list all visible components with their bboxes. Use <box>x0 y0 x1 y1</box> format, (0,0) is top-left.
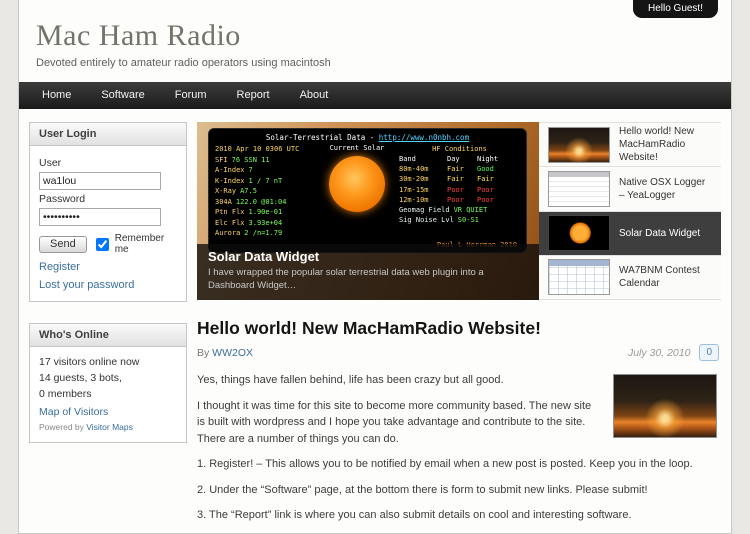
byline: By WW2OX <box>197 347 253 359</box>
solar-timestamp: 2010 Apr 10 0306 UTC <box>215 144 315 155</box>
byline-prefix: By <box>197 347 212 359</box>
powered-by-text: Powered by Visitor Maps <box>39 422 177 432</box>
guest-greeting-button[interactable]: Hello Guest! <box>633 0 718 18</box>
post-paragraph: 3. The “Report” link is where you can al… <box>197 507 719 524</box>
thumbnail-label: Hello world! New MacHamRadio Website! <box>619 125 712 164</box>
sunset-thumbnail-image <box>548 127 610 163</box>
password-input[interactable] <box>39 208 161 226</box>
post-date: July 30, 2010 <box>628 347 690 359</box>
slide-caption-title[interactable]: Solar Data Widget <box>208 249 528 264</box>
remember-me-checkbox[interactable] <box>96 238 109 251</box>
sun-image <box>329 156 385 212</box>
hf-row: 17m-15m Poor Poor <box>399 185 520 195</box>
slide-caption-text: I have wrapped the popular solar terrest… <box>208 267 513 293</box>
solar-widget-title-prefix: Solar-Terrestrial Data - <box>266 133 379 142</box>
author-link[interactable]: WW2OX <box>212 347 253 359</box>
send-button[interactable]: Send <box>39 236 87 253</box>
guests-count: 14 guests, 3 bots, <box>39 371 177 387</box>
powered-by-prefix: Powered by <box>39 422 84 432</box>
hf-row: 30m-20m Fair Fair <box>399 174 520 184</box>
nav-item-software[interactable]: Software <box>86 82 159 109</box>
thumbnail-hello-world[interactable]: Hello world! New MacHamRadio Website! <box>539 123 721 167</box>
register-link[interactable]: Register <box>39 261 177 273</box>
slider-thumbnails: Hello world! New MacHamRadio Website! Na… <box>539 122 721 300</box>
featured-slide-image[interactable]: Solar-Terrestrial Data - http://www.n0nb… <box>197 122 539 300</box>
page-container: Hello Guest! Mac Ham Radio Devoted entir… <box>18 0 732 534</box>
thumbnail-label: Native OSX Logger – YeaLogger <box>619 176 712 202</box>
main-content: Solar-Terrestrial Data - http://www.n0nb… <box>197 122 721 533</box>
thumbnail-contest-calendar[interactable]: WA7BNM Contest Calendar <box>539 256 721 300</box>
nav-item-report[interactable]: Report <box>222 82 285 109</box>
post-title-link[interactable]: Hello world! New MacHamRadio Website! <box>197 318 719 339</box>
featured-slider: Solar-Terrestrial Data - http://www.n0nb… <box>197 122 721 300</box>
hf-row: 80m-40m Fair Good <box>399 164 520 174</box>
site-header: Mac Ham Radio Devoted entirely to amateu… <box>19 0 731 69</box>
solar-widget-url: http://www.n0nbh.com <box>379 133 469 142</box>
hf-conditions-column: HF Conditions Band Day Night 80m-40m Fai… <box>399 144 520 239</box>
site-title: Mac Ham Radio <box>36 20 731 52</box>
comment-count-badge[interactable]: 0 <box>699 344 719 361</box>
nav-item-forum[interactable]: Forum <box>160 82 222 109</box>
whos-online-title: Who's Online <box>30 324 186 347</box>
geomag-field-line: Geomag FieldVR QUIET <box>399 205 520 215</box>
main-nav: Home Software Forum Report About <box>19 82 731 109</box>
blog-post: Hello world! New MacHamRadio Website! By… <box>197 318 721 524</box>
thumbnail-solar-widget[interactable]: Solar Data Widget <box>539 212 721 256</box>
logger-thumbnail-image <box>548 171 610 207</box>
user-login-title: User Login <box>30 123 186 146</box>
post-sunset-image <box>613 374 717 438</box>
current-solar-label: Current Solar <box>315 144 399 152</box>
thumbnail-label: Solar Data Widget <box>619 227 700 240</box>
user-label: User <box>39 157 177 169</box>
sig-noise-line: Sig Noise LvlS0-S1 <box>399 215 520 225</box>
hf-conditions-title: HF Conditions <box>399 144 520 154</box>
solar-data-column: 2010 Apr 10 0306 UTC SFI76 SSN 11 A-Inde… <box>215 144 315 239</box>
solar-thumbnail-image <box>548 215 610 251</box>
current-solar-column: Current Solar <box>315 144 399 239</box>
visitors-count: 17 visitors online now <box>39 355 177 371</box>
solar-terrestrial-widget-image: Solar-Terrestrial Data - http://www.n0nb… <box>208 128 527 253</box>
thumbnail-osx-logger[interactable]: Native OSX Logger – YeaLogger <box>539 167 721 211</box>
post-body: Yes, things have fallen behind, life has… <box>197 372 719 524</box>
username-input[interactable] <box>39 172 161 190</box>
slide-caption: Solar Data Widget I have wrapped the pop… <box>197 244 539 300</box>
nav-item-home[interactable]: Home <box>27 82 86 109</box>
site-tagline: Devoted entirely to amateur radio operat… <box>36 57 731 69</box>
whos-online-box: Who's Online 17 visitors online now 14 g… <box>29 323 187 443</box>
user-login-box: User Login User Password Send Remember m… <box>29 122 187 302</box>
calendar-thumbnail-image <box>548 259 610 295</box>
members-count: 0 members <box>39 387 177 403</box>
hf-row: 12m-10m Poor Poor <box>399 195 520 205</box>
nav-item-about[interactable]: About <box>285 82 344 109</box>
post-paragraph: 1. Register! – This allows you to be not… <box>197 456 719 473</box>
solar-widget-title: Solar-Terrestrial Data - http://www.n0nb… <box>215 133 520 142</box>
map-of-visitors-link[interactable]: Map of Visitors <box>39 406 108 418</box>
remember-me-label: Remember me <box>115 233 177 255</box>
visitor-maps-link[interactable]: Visitor Maps <box>86 422 133 432</box>
thumbnail-label: WA7BNM Contest Calendar <box>619 264 712 290</box>
password-label: Password <box>39 193 177 205</box>
sidebar: User Login User Password Send Remember m… <box>29 122 187 533</box>
lost-password-link[interactable]: Lost your password <box>39 279 177 291</box>
